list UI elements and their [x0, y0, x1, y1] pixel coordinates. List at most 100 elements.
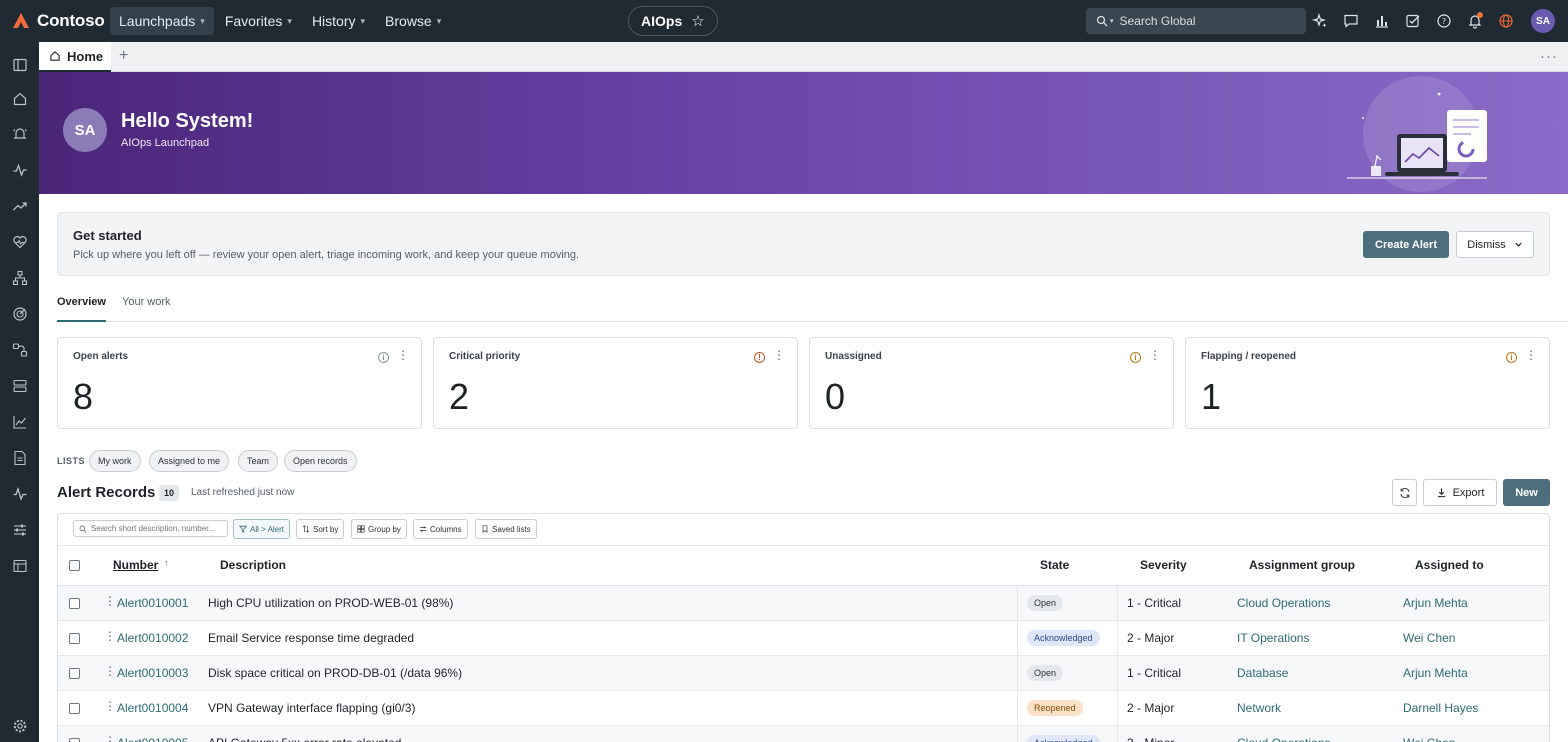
checklist-icon[interactable]	[1403, 11, 1423, 31]
help-icon[interactable]: ?	[1434, 11, 1454, 31]
panel-toggle-icon[interactable]	[10, 55, 29, 74]
more-vertical-icon[interactable]: ⋮	[773, 349, 785, 361]
new-record-button[interactable]: New	[1503, 479, 1550, 506]
column-header-state[interactable]: State	[1040, 558, 1069, 572]
info-icon[interactable]: i	[1506, 352, 1517, 363]
assigned-to-link[interactable]: Arjun Mehta	[1403, 666, 1468, 680]
assignment-group-link[interactable]: Network	[1237, 701, 1281, 715]
assigned-to-link[interactable]: Arjun Mehta	[1403, 596, 1468, 610]
user-avatar[interactable]: SA	[1531, 9, 1555, 33]
alert-bell-icon[interactable]	[10, 124, 29, 143]
column-header-description[interactable]: Description	[220, 558, 286, 572]
alert-number-link[interactable]: Alert0010004	[117, 701, 188, 715]
info-icon[interactable]: i	[378, 352, 389, 363]
more-options-icon[interactable]: ···	[1540, 48, 1558, 65]
nav-menu-launchpads[interactable]: Launchpads ▾	[110, 7, 214, 35]
topology-icon[interactable]	[10, 268, 29, 287]
alert-number-link[interactable]: Alert0010002	[117, 631, 188, 645]
favorite-star-icon[interactable]: ☆	[691, 12, 704, 30]
more-vertical-icon[interactable]: ⋮	[1525, 349, 1537, 361]
info-icon[interactable]: !	[754, 352, 765, 363]
assignment-group-link[interactable]: Cloud Operations	[1237, 596, 1330, 610]
column-header-severity[interactable]: Severity	[1140, 558, 1187, 572]
list-chip[interactable]: Team	[238, 450, 279, 472]
table-search-input[interactable]: Search short description, number...	[73, 520, 228, 537]
assigned-to-link[interactable]: Wei Chen	[1403, 736, 1455, 742]
saved-lists-button[interactable]: Saved lists	[475, 519, 537, 539]
assigned-to-link[interactable]: Darnell Hayes	[1403, 701, 1478, 715]
assignment-group-link[interactable]: Database	[1237, 666, 1288, 680]
chat-icon[interactable]	[1341, 11, 1361, 31]
columns-button[interactable]: Columns	[413, 519, 468, 539]
row-checkbox[interactable]	[69, 598, 80, 609]
bell-icon[interactable]	[1465, 11, 1485, 31]
nav-menu-browse[interactable]: Browse ▾	[376, 7, 450, 35]
trend-up-icon[interactable]	[10, 196, 29, 215]
table-row[interactable]: ⋮ Alert0010001 High CPU utilization on PRO…	[58, 586, 1549, 621]
server-icon[interactable]	[10, 376, 29, 395]
activity-icon[interactable]	[10, 484, 29, 503]
table-row[interactable]: ⋮ Alert0010002 Email Service response time…	[58, 621, 1549, 656]
column-header-assignment-group[interactable]: Assignment group	[1249, 558, 1355, 572]
row-checkbox[interactable]	[69, 633, 80, 644]
sort-by-button[interactable]: Sort by	[296, 519, 345, 539]
row-actions-icon[interactable]: ⋮	[104, 700, 116, 712]
settings-gear-icon[interactable]	[10, 716, 29, 735]
sparkle-icon[interactable]	[1310, 11, 1330, 31]
info-icon[interactable]: i	[1130, 352, 1141, 363]
list-chip[interactable]: Open records	[284, 450, 357, 472]
report-icon[interactable]	[10, 448, 29, 467]
column-header-number[interactable]: Number	[113, 558, 158, 572]
more-vertical-icon[interactable]: ⋮	[1149, 349, 1161, 361]
table-row[interactable]: ⋮ Alert0010003 Disk space critical on PROD…	[58, 656, 1549, 691]
radar-icon[interactable]	[10, 304, 29, 323]
tab-home[interactable]: Home	[39, 42, 111, 72]
alert-number-link[interactable]: Alert0010003	[117, 666, 188, 680]
assigned-to-link[interactable]: Wei Chen	[1403, 631, 1455, 645]
export-button[interactable]: Export	[1423, 479, 1497, 506]
row-actions-icon[interactable]: ⋮	[104, 665, 116, 677]
globe-icon[interactable]	[1496, 11, 1516, 31]
sliders-icon[interactable]	[10, 520, 29, 539]
alert-number-link[interactable]: Alert0010005	[117, 736, 188, 742]
nav-menu-history[interactable]: History ▾	[303, 7, 374, 35]
create-alert-button[interactable]: Create Alert	[1363, 231, 1449, 258]
tab-your-work[interactable]: Your work	[122, 296, 171, 322]
filter-breadcrumb-button[interactable]: All > Alert	[233, 519, 291, 539]
row-checkbox[interactable]	[69, 738, 80, 742]
home-icon[interactable]	[10, 89, 29, 108]
table-row[interactable]: ⋮ Alert0010004 VPN Gateway interface flapp…	[58, 691, 1549, 726]
brand-logo[interactable]: Contoso	[0, 11, 110, 31]
group-by-button[interactable]: Group by	[351, 519, 407, 539]
stat-card[interactable]: Unassigned 0 i ⋮	[809, 337, 1174, 429]
pulse-icon[interactable]	[10, 160, 29, 179]
assignment-group-link[interactable]: Cloud Operations	[1237, 736, 1330, 742]
global-search-input[interactable]: ▾ Search Global	[1086, 8, 1306, 34]
row-actions-icon[interactable]: ⋮	[104, 735, 116, 742]
refresh-button[interactable]	[1392, 479, 1417, 506]
chart-icon[interactable]	[1372, 11, 1392, 31]
select-all-checkbox[interactable]	[69, 560, 80, 571]
health-heart-icon[interactable]	[10, 232, 29, 251]
tab-overview[interactable]: Overview	[57, 296, 106, 322]
row-actions-icon[interactable]: ⋮	[104, 595, 116, 607]
table-row[interactable]: ⋮Alert0010005 API Gateway 5xx error rate …	[58, 726, 1549, 742]
nav-menu-favorites[interactable]: Favorites ▾	[216, 7, 301, 35]
list-chip[interactable]: Assigned to me	[149, 450, 230, 472]
line-chart-icon[interactable]	[10, 412, 29, 431]
table-icon[interactable]	[10, 556, 29, 575]
add-tab-icon[interactable]: +	[119, 47, 128, 65]
list-chip[interactable]: My work	[89, 450, 141, 472]
row-checkbox[interactable]	[69, 703, 80, 714]
row-checkbox[interactable]	[69, 668, 80, 679]
dismiss-button[interactable]: Dismiss	[1456, 231, 1534, 258]
app-selector[interactable]: AIOps ☆	[628, 6, 718, 36]
stat-card[interactable]: Open alerts 8 i ⋮	[57, 337, 422, 429]
column-header-assigned-to[interactable]: Assigned to	[1415, 558, 1484, 572]
stat-card[interactable]: Critical priority 2! ⋮	[433, 337, 798, 429]
alert-number-link[interactable]: Alert0010001	[117, 596, 188, 610]
stat-card[interactable]: Flapping / reopened 1 i ⋮	[1185, 337, 1550, 429]
row-actions-icon[interactable]: ⋮	[104, 630, 116, 642]
assignment-group-link[interactable]: IT Operations	[1237, 631, 1309, 645]
more-vertical-icon[interactable]: ⋮	[397, 349, 409, 361]
